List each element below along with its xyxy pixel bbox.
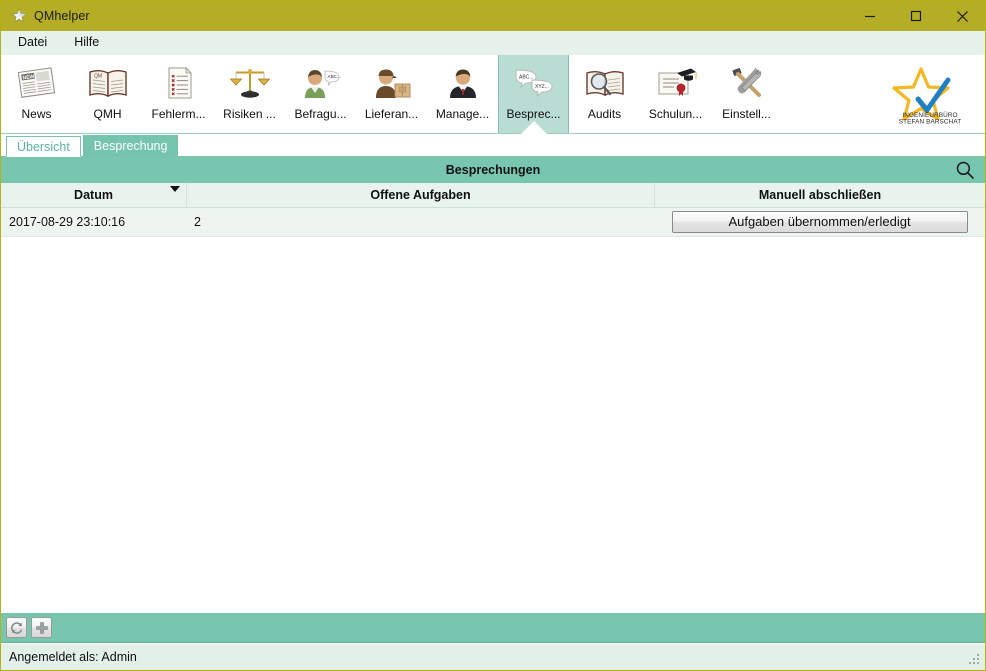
grid-body: 2017-08-29 23:10:16 2 Aufgaben übernomme… bbox=[1, 208, 985, 613]
person-speech-icon: ABC... bbox=[300, 61, 342, 105]
toolbar-item-audits[interactable]: Audits bbox=[569, 55, 640, 133]
panel-header: Besprechungen bbox=[1, 157, 985, 183]
title-bar: QMhelper bbox=[1, 1, 985, 31]
checklist-icon bbox=[158, 61, 200, 105]
toolbar-label-befragung: Befragu... bbox=[294, 107, 347, 121]
toolbar-item-news[interactable]: NEWS News bbox=[1, 55, 72, 133]
close-icon bbox=[956, 10, 968, 22]
svg-text:ABC...: ABC... bbox=[327, 74, 340, 79]
column-header-offene-aufgaben-label: Offene Aufgaben bbox=[370, 188, 471, 202]
content-panel: Besprechungen Datum Offene Aufgaben Manu… bbox=[1, 156, 985, 643]
toolbar-item-einstellungen[interactable]: Einstell... bbox=[711, 55, 782, 133]
minimize-button[interactable] bbox=[847, 1, 893, 31]
toolbar-item-management[interactable]: Manage... bbox=[427, 55, 498, 133]
toolbar-item-schulungen[interactable]: Schulun... bbox=[640, 55, 711, 133]
svg-text:XYZ...: XYZ... bbox=[535, 84, 549, 90]
active-tab-notch bbox=[520, 121, 547, 134]
book-magnifier-icon bbox=[584, 61, 626, 105]
manager-icon bbox=[442, 61, 484, 105]
main-toolbar: NEWS News QM QMH Fehlerm... Risiken ... … bbox=[1, 55, 985, 134]
toolbar-item-befragung[interactable]: ABC... Befragu... bbox=[285, 55, 356, 133]
svg-text:ABC...: ABC... bbox=[519, 75, 533, 81]
status-text: Angemeldet als: Admin bbox=[9, 650, 137, 664]
close-button[interactable] bbox=[939, 1, 985, 31]
tools-icon bbox=[726, 61, 768, 105]
tab-strip: Übersicht Besprechung bbox=[1, 134, 985, 157]
refresh-icon bbox=[10, 621, 22, 634]
svg-text:QM: QM bbox=[94, 74, 102, 80]
menu-bar: Datei Hilfe bbox=[1, 31, 985, 55]
window-title: QMhelper bbox=[34, 9, 90, 23]
cell-datum: 2017-08-29 23:10:16 bbox=[9, 215, 126, 229]
column-header-manuell-abschliessen[interactable]: Manuell abschließen bbox=[654, 183, 985, 207]
status-bar: Angemeldet als: Admin bbox=[1, 643, 985, 670]
delivery-icon bbox=[371, 61, 413, 105]
table-row[interactable]: 2017-08-29 23:10:16 2 Aufgaben übernomme… bbox=[1, 208, 985, 237]
speech-bubbles-icon: ABC... XYZ... bbox=[512, 61, 556, 105]
company-logo: INGENIEURBÜRO STEFAN BARSCHAT bbox=[881, 55, 985, 133]
toolbar-label-fehlermeldung: Fehlerm... bbox=[151, 107, 206, 121]
toolbar-item-risiken[interactable]: Risiken ... bbox=[214, 55, 285, 133]
cell-manuell-abschliessen: Aufgaben übernommen/erledigt bbox=[654, 208, 985, 236]
refresh-button[interactable] bbox=[6, 617, 27, 638]
column-header-row: Datum Offene Aufgaben Manuell abschließe… bbox=[1, 183, 985, 208]
resize-grip[interactable] bbox=[968, 653, 982, 667]
menu-datei[interactable]: Datei bbox=[8, 32, 57, 53]
toolbar-label-management: Manage... bbox=[435, 107, 490, 121]
aufgaben-uebernommen-button[interactable]: Aufgaben übernommen/erledigt bbox=[671, 211, 968, 233]
column-header-offene-aufgaben[interactable]: Offene Aufgaben bbox=[186, 183, 654, 207]
tab-besprechung[interactable]: Besprechung bbox=[82, 135, 179, 156]
panel-title: Besprechungen bbox=[445, 163, 541, 177]
search-icon bbox=[956, 161, 974, 179]
toolbar-item-lieferanten[interactable]: Lieferan... bbox=[356, 55, 427, 133]
open-book-icon: QM bbox=[87, 61, 129, 105]
maximize-icon bbox=[910, 10, 922, 22]
column-header-manuell-abschliessen-label: Manuell abschließen bbox=[758, 188, 882, 202]
toolbar-label-news: News bbox=[21, 107, 52, 121]
tab-uebersicht[interactable]: Übersicht bbox=[6, 136, 81, 157]
sort-descending-icon bbox=[170, 186, 180, 192]
toolbar-label-audits: Audits bbox=[587, 107, 622, 121]
logo-line2: STEFAN BARSCHAT bbox=[899, 118, 961, 125]
certificate-icon bbox=[655, 61, 697, 105]
toolbar-label-qmh: QMH bbox=[93, 107, 122, 121]
newspaper-icon: NEWS bbox=[16, 61, 58, 105]
toolbar-label-schulungen: Schulun... bbox=[648, 107, 703, 121]
toolbar-label-einstellungen: Einstell... bbox=[722, 107, 771, 121]
column-header-datum[interactable]: Datum bbox=[1, 183, 186, 207]
column-header-datum-label: Datum bbox=[74, 188, 113, 202]
window-controls bbox=[847, 1, 985, 31]
action-bar bbox=[1, 613, 985, 643]
application-window: QMhelper Datei Hilfe NEWS News QM QMH Fe… bbox=[0, 0, 986, 671]
toolbar-label-besprechung: Besprec... bbox=[506, 107, 561, 121]
maximize-button[interactable] bbox=[893, 1, 939, 31]
toolbar-label-lieferanten: Lieferan... bbox=[364, 107, 419, 121]
menu-hilfe[interactable]: Hilfe bbox=[64, 32, 109, 53]
search-button[interactable] bbox=[953, 158, 977, 182]
toolbar-item-qmh[interactable]: QM QMH bbox=[72, 55, 143, 133]
star-icon bbox=[11, 8, 27, 23]
cell-offene-aufgaben: 2 bbox=[194, 215, 201, 229]
toolbar-item-fehlermeldung[interactable]: Fehlerm... bbox=[143, 55, 214, 133]
scales-icon bbox=[229, 61, 271, 105]
toolbar-item-besprechung[interactable]: ABC... XYZ... Besprec... bbox=[498, 55, 569, 134]
toolbar-label-risiken: Risiken ... bbox=[223, 107, 276, 121]
plus-icon bbox=[35, 621, 48, 634]
add-button[interactable] bbox=[31, 617, 52, 638]
minimize-icon bbox=[865, 15, 875, 18]
